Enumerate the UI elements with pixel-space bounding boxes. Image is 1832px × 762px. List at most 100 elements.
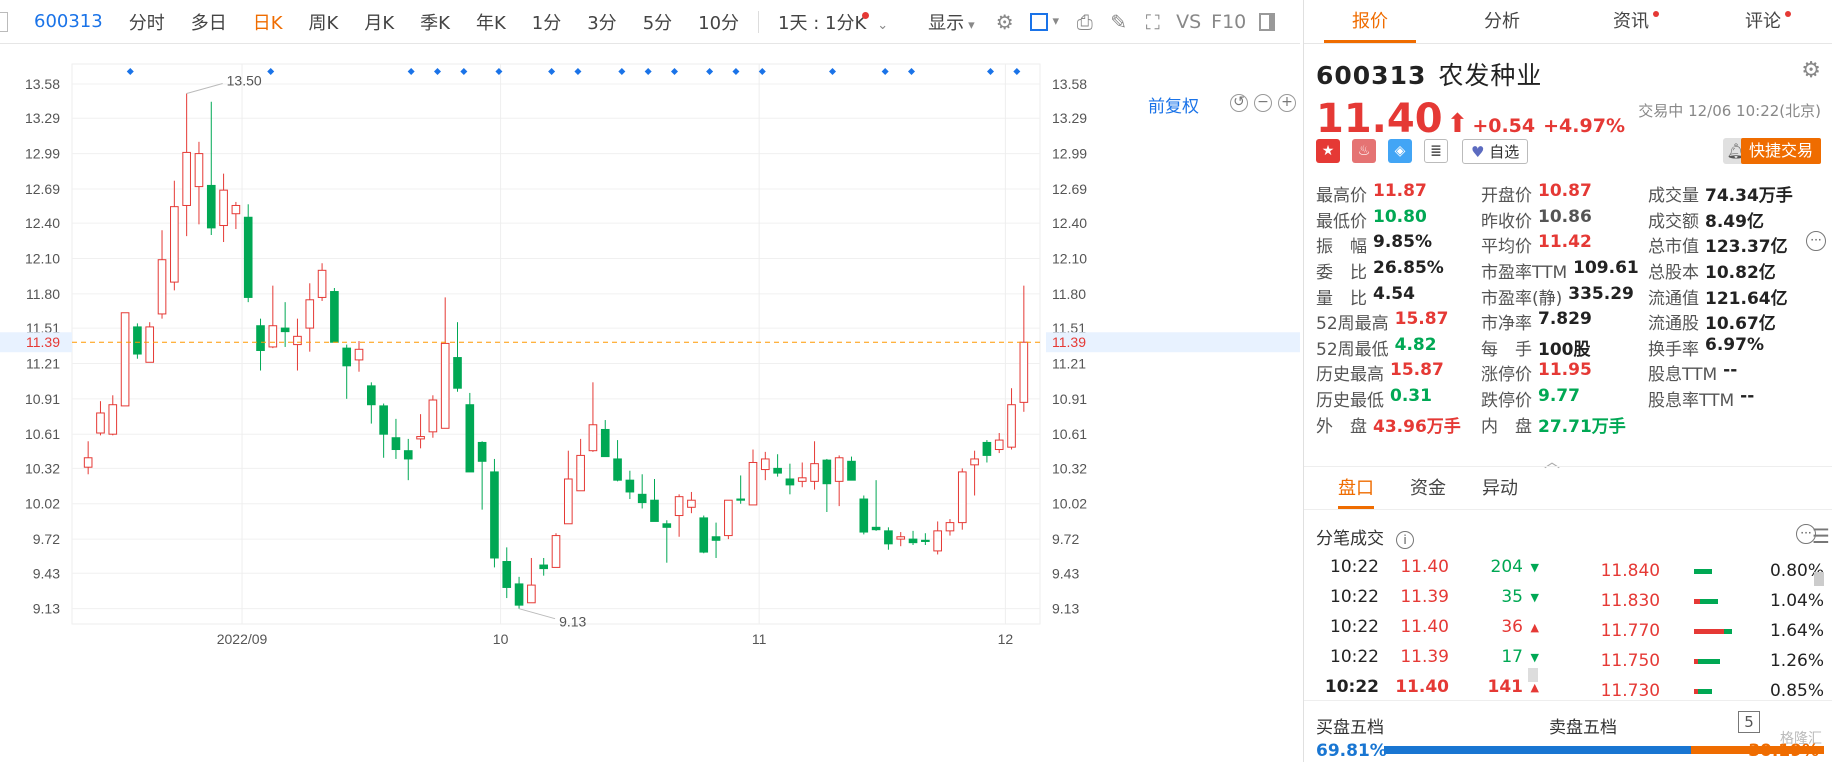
tag-icon[interactable]: ◈ (1388, 139, 1412, 163)
x-tick-label: 12 (998, 631, 1014, 647)
period-tab[interactable]: 季K (407, 9, 463, 35)
stat-label: 昨收价 (1481, 211, 1532, 232)
f10-button[interactable]: F10 (1208, 0, 1250, 44)
zoom-in-icon[interactable]: + (1278, 94, 1296, 112)
vs-button[interactable]: VS (1170, 0, 1208, 44)
candle-body (293, 335, 302, 346)
tab-news[interactable]: 资讯 (1568, 0, 1700, 43)
chevron-down-icon: ⌄ (877, 17, 889, 33)
stat-label: 开盘价 (1481, 186, 1532, 207)
candle-body (662, 523, 672, 528)
price-distribution: 11.840 0.80% 11.830 1.04% 11.770 1.64% 11.750 1… (1534, 556, 1824, 706)
period-tab-active[interactable]: 日K (240, 9, 296, 35)
y-tick-label-left: 12.69 (25, 181, 60, 197)
event-marker-icon (987, 68, 994, 75)
y-tick-label-left: 9.13 (33, 601, 60, 617)
tick-price: 11.40 (1400, 617, 1449, 637)
stat-label: 市盈率(静) (1481, 288, 1563, 309)
dist-bar (1694, 628, 1751, 634)
depth-selector[interactable]: 5 (1738, 711, 1760, 733)
sidebar-toggle-icon[interactable] (1250, 0, 1284, 44)
camera-icon[interactable]: ⎙ (1068, 0, 1102, 44)
period-tab[interactable]: 年K (463, 9, 519, 35)
buy-pct: 69.81% (1316, 741, 1387, 761)
restore-right-button[interactable]: 前复权 (1148, 92, 1199, 117)
tab-quote[interactable]: 报价 (1304, 0, 1436, 43)
x-tick-label: 2022/09 (217, 631, 268, 647)
stat-cell: 跌停价 9.77 (1481, 386, 1648, 411)
stat-value: 11.87 (1373, 181, 1427, 202)
stat-value: 4.82 (1394, 334, 1437, 355)
stat-cell: 涨停价 11.95 (1481, 360, 1648, 385)
event-marker-icon (548, 68, 556, 75)
y-tick-label-right: 12.99 (1052, 146, 1087, 162)
period-tab[interactable]: 多日 (178, 9, 240, 35)
candle-body (280, 327, 290, 333)
candle-body (576, 454, 585, 492)
scrollbar[interactable] (1814, 572, 1824, 586)
period-tab[interactable]: 5分 (630, 9, 685, 35)
candle-body (711, 536, 721, 541)
list-view-icon[interactable]: ☰ (1812, 524, 1830, 548)
pencil-icon[interactable]: ✎ (1102, 0, 1136, 44)
gear-icon[interactable]: ⚙ (988, 0, 1022, 44)
stat-value: 9.77 (1538, 386, 1580, 407)
stat-cell: 市盈率(静) 335.29 (1481, 284, 1648, 309)
fire-icon[interactable]: ♨ (1352, 139, 1376, 163)
display-select[interactable]: 显示 ▾ (915, 9, 988, 35)
zoom-out-icon[interactable]: − (1254, 94, 1272, 112)
candle-body (367, 385, 376, 406)
gear-icon[interactable]: ⚙ (1801, 58, 1821, 83)
undo-icon[interactable]: ↺ (1230, 94, 1248, 112)
event-marker-icon (495, 68, 503, 75)
period-tab[interactable]: 1分 (519, 9, 574, 35)
candle-body (908, 538, 918, 544)
quick-trade-button[interactable]: 快捷交易 (1740, 138, 1821, 164)
add-watchlist-button[interactable]: ♥ 自选 (1462, 138, 1529, 164)
chart-style-icon[interactable]: ▾ (1022, 0, 1068, 44)
period-tab[interactable]: 月K (351, 9, 407, 35)
period-tab[interactable]: 分时 (116, 9, 178, 35)
dist-price: 11.730 (1600, 681, 1661, 701)
stat-label: 历史最高 (1316, 365, 1384, 386)
stock-code-tab[interactable]: 600313 (0, 11, 116, 32)
candle-body (551, 535, 561, 568)
period-tab[interactable]: 3分 (574, 9, 629, 35)
event-marker-icon (881, 68, 889, 75)
dist-price: 11.770 (1600, 621, 1661, 641)
candle-body (994, 439, 1004, 451)
candle-body (145, 326, 155, 363)
event-marker-icon (732, 68, 740, 75)
candle-body (625, 479, 635, 493)
candle-body (539, 564, 549, 570)
kline-chart-svg[interactable]: 13.58 13.58 13.29 13.29 12.99 12.99 12.69 12.69… (0, 44, 1300, 762)
kline-chart[interactable]: 13.58 13.58 13.29 13.29 12.99 12.99 12.69 12.69… (0, 44, 1300, 762)
tab-analysis[interactable]: 分析 (1436, 0, 1568, 43)
tab-orderbook[interactable]: 盘口 (1320, 467, 1392, 509)
tab-fund[interactable]: 资金 (1392, 467, 1464, 509)
candle-body (514, 583, 524, 606)
candle-body (600, 428, 610, 458)
stat-cell: 历史最低 0.31 (1316, 386, 1481, 411)
more-icon[interactable]: ··· (1806, 231, 1826, 251)
stats-row: 委 比 26.85% 市盈率TTM 109.61 总股本 10.82亿 (1316, 258, 1826, 284)
period-tab[interactable]: 10分 (685, 9, 752, 35)
tick-time: 10:22 (1330, 647, 1379, 667)
interval-select[interactable]: 1天 : 1分K ⌄ (765, 9, 901, 35)
fullscreen-icon[interactable]: ⛶ (1136, 0, 1170, 44)
candle-body (1019, 341, 1029, 403)
candle-body (674, 496, 684, 517)
y-tick-label-right: 11.80 (1052, 286, 1086, 302)
tab-alerts[interactable]: 异动 (1464, 467, 1536, 509)
period-tab[interactable]: 周K (296, 9, 352, 35)
info-icon[interactable]: i (1396, 531, 1414, 549)
document-icon[interactable]: ≣ (1424, 139, 1448, 163)
stat-cell: 外 盘 43.96万手 (1316, 412, 1481, 437)
stat-label: 成交量 (1648, 186, 1699, 207)
stat-label: 成交额 (1648, 211, 1699, 232)
stat-value: 4.54 (1373, 283, 1415, 304)
tab-comments[interactable]: 评论 (1700, 0, 1832, 43)
candle-body (871, 526, 881, 531)
stat-label: 历史最低 (1316, 391, 1384, 412)
y-tick-label-right: 10.02 (1052, 496, 1087, 512)
